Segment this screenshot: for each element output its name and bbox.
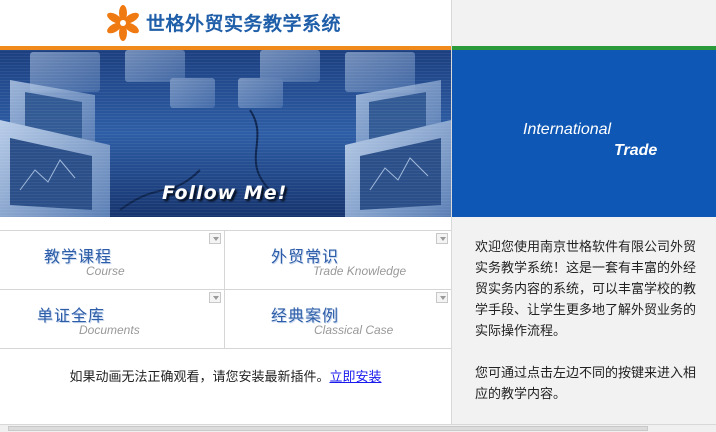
right-column: International Trade 欢迎您使用南京世格软件有限公司外贸实务教… (451, 0, 716, 432)
dropdown-arrow-icon[interactable] (436, 233, 448, 244)
dropdown-arrow-icon[interactable] (209, 292, 221, 303)
intro-text: 欢迎您使用南京世格软件有限公司外贸实务教学系统！这是一套有丰富的外经贸实务内容的… (475, 237, 707, 426)
plugin-notice: 如果动画无法正确观看，请您安装最新插件。立即安装 (0, 350, 451, 410)
menu-trade-knowledge[interactable]: 外贸常识 Trade Knowledge (225, 231, 451, 290)
left-column: 世格外贸实务教学系统 Follow Me! 教学课程 Course 外贸常识 T… (0, 0, 451, 432)
menu-course[interactable]: 教学课程 Course (0, 231, 225, 290)
banner-image: Follow Me! (0, 50, 451, 217)
site-title: 世格外贸实务教学系统 (146, 13, 342, 35)
install-now-link[interactable]: 立即安装 (330, 370, 382, 385)
panel-text-trade: Trade (614, 142, 658, 159)
scrollbar-thumb[interactable] (8, 426, 648, 431)
menu-course-english: Course (86, 264, 125, 278)
menu-classical-case-english: Classical Case (314, 323, 394, 337)
international-trade-panel: International Trade (452, 50, 716, 217)
menu-documents-english: Documents (79, 323, 140, 337)
menu-documents[interactable]: 单证全库 Documents (0, 290, 225, 349)
intro-paragraph-2: 您可通过点击左边不同的按键来进入相应的教学内容。 (475, 366, 697, 402)
dropdown-arrow-icon[interactable] (209, 233, 221, 244)
spacer (0, 217, 451, 231)
plugin-notice-text: 如果动画无法正确观看，请您安装最新插件。 (69, 370, 330, 385)
menu-grid: 教学课程 Course 外贸常识 Trade Knowledge 单证全库 Do… (0, 231, 451, 350)
banner-slogan: Follow Me! (162, 182, 288, 204)
menu-classical-case[interactable]: 经典案例 Classical Case (225, 290, 451, 349)
intro-paragraph-1: 欢迎您使用南京世格软件有限公司外贸实务教学系统！这是一套有丰富的外经贸实务内容的… (475, 240, 697, 339)
horizontal-scrollbar[interactable] (0, 424, 716, 432)
menu-trade-knowledge-english: Trade Knowledge (313, 264, 407, 278)
flower-logo-icon (107, 5, 139, 41)
dropdown-arrow-icon[interactable] (436, 292, 448, 303)
header-logo-bar: 世格外贸实务教学系统 (0, 0, 451, 46)
panel-text-international: International (523, 121, 612, 138)
